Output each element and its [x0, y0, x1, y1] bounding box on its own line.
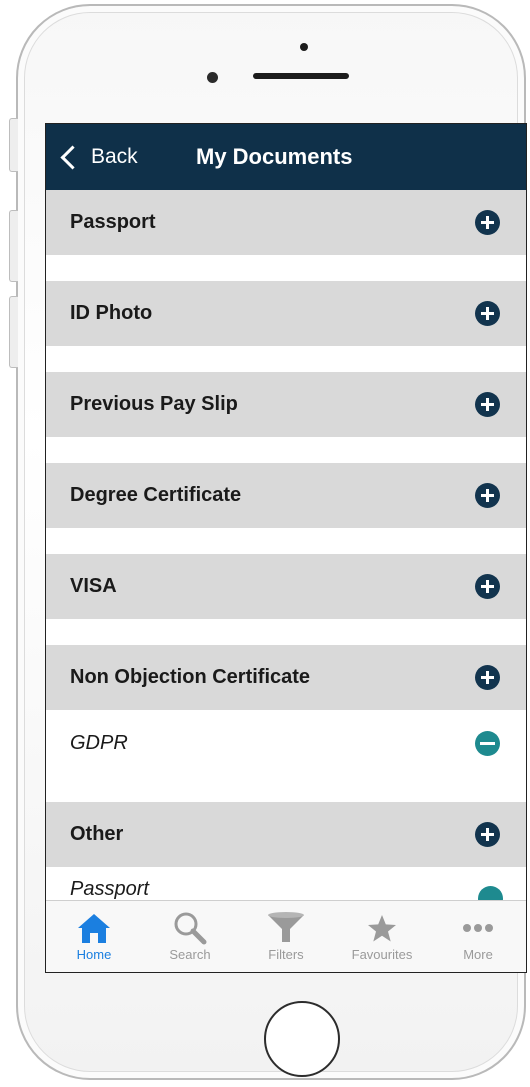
sensor-dot	[300, 43, 308, 51]
home-button[interactable]	[264, 1001, 340, 1077]
section-label: Passport	[70, 211, 156, 233]
add-passport-button[interactable]	[475, 210, 500, 235]
search-icon	[173, 911, 207, 945]
more-icon	[461, 911, 495, 945]
section-spacer	[46, 528, 526, 554]
add-other-button[interactable]	[475, 822, 500, 847]
add-id-photo-button[interactable]	[475, 301, 500, 326]
section-label: Non Objection Certificate	[70, 666, 311, 688]
volume-up-button[interactable]	[9, 210, 18, 282]
add-degree-certificate-button[interactable]	[475, 483, 500, 508]
section-id-photo: ID Photo	[46, 281, 526, 346]
filter-icon	[266, 911, 306, 945]
section-previous-pay-slip: Previous Pay Slip	[46, 372, 526, 437]
add-noc-button[interactable]	[475, 665, 500, 690]
list-item-gdpr[interactable]: GDPR	[46, 710, 526, 776]
tab-label: Search	[169, 947, 211, 962]
tab-favourites[interactable]: Favourites	[334, 901, 430, 972]
document-name: Passport	[70, 878, 149, 900]
section-spacer	[46, 255, 526, 281]
add-visa-button[interactable]	[475, 574, 500, 599]
section-label: VISA	[70, 575, 117, 597]
remove-partial-item-button[interactable]	[478, 886, 503, 900]
page-title: My Documents	[196, 144, 353, 169]
section-label: ID Photo	[70, 302, 153, 324]
section-other: Other	[46, 802, 526, 867]
tab-filters[interactable]: Filters	[238, 901, 334, 972]
back-label: Back	[91, 145, 138, 168]
chevron-left-icon	[60, 144, 85, 170]
section-label: Degree Certificate	[70, 484, 242, 506]
section-spacer	[46, 776, 526, 802]
mute-switch[interactable]	[9, 118, 18, 172]
back-button[interactable]: Back	[58, 142, 138, 172]
star-icon	[366, 911, 398, 945]
section-label: Previous Pay Slip	[70, 393, 238, 415]
tab-label: More	[463, 947, 493, 962]
front-camera	[207, 72, 218, 83]
document-list: Passport ID Photo Previous Pay Slip Degr…	[46, 190, 526, 867]
section-visa: VISA	[46, 554, 526, 619]
section-spacer	[46, 437, 526, 463]
section-label: Other	[70, 823, 124, 845]
document-name: GDPR	[70, 731, 128, 754]
tab-home[interactable]: Home	[46, 901, 142, 972]
section-passport: Passport	[46, 190, 526, 255]
section-non-objection-certificate: Non Objection Certificate	[46, 645, 526, 710]
earpiece-speaker	[253, 73, 349, 79]
volume-down-button[interactable]	[9, 296, 18, 368]
tab-search[interactable]: Search	[142, 901, 238, 972]
list-item-partial[interactable]: Passport	[46, 870, 526, 900]
section-spacer	[46, 619, 526, 645]
tab-bar: Home Search Filters Favourites More	[46, 900, 526, 972]
app-screen: Back My Documents Passport ID Photo Prev…	[45, 123, 527, 973]
section-degree-certificate: Degree Certificate	[46, 463, 526, 528]
remove-gdpr-button[interactable]	[475, 730, 500, 756]
navigation-bar: Back My Documents	[46, 124, 526, 190]
section-spacer	[46, 346, 526, 372]
tab-more[interactable]: More	[430, 901, 526, 972]
tab-label: Home	[76, 947, 112, 962]
home-icon	[77, 911, 111, 945]
add-pay-slip-button[interactable]	[475, 392, 500, 417]
tab-label: Favourites	[351, 947, 413, 962]
tab-label: Filters	[268, 947, 304, 962]
